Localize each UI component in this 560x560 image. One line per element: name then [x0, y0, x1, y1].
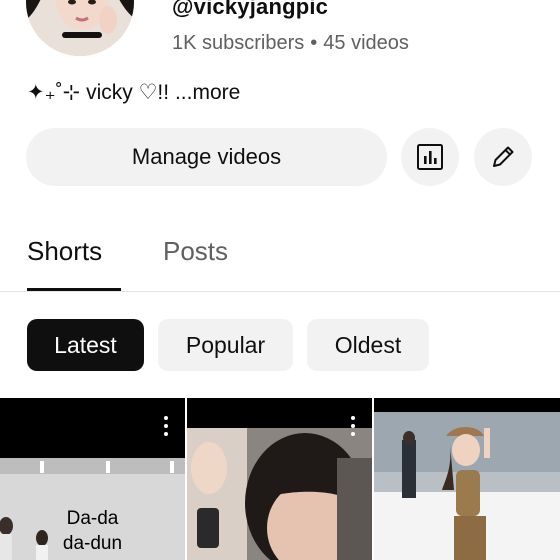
channel-stats: 1K subscribers • 45 videos — [172, 32, 409, 55]
avatar-image — [26, 0, 134, 56]
stats-separator: • — [310, 32, 318, 54]
more-vert-icon[interactable] — [163, 416, 169, 436]
channel-handle: @vickyjangpic — [172, 0, 329, 19]
selected-tab-indicator — [27, 288, 121, 291]
pencil-icon — [493, 146, 514, 167]
channel-description[interactable]: ✦₊˚⊹ vicky ♡!! ...more — [27, 80, 240, 105]
video-count: 45 videos — [323, 32, 409, 54]
short-thumbnail-image — [374, 398, 560, 560]
bar-chart-icon — [417, 144, 443, 170]
edit-channel-button[interactable] — [474, 128, 532, 186]
bio-more-link[interactable]: ...more — [175, 81, 240, 104]
bio-text: ✦₊˚⊹ vicky ♡!! — [27, 81, 170, 104]
more-vert-icon[interactable] — [350, 416, 356, 436]
filter-chip-oldest[interactable]: Oldest — [307, 319, 429, 371]
tab-posts[interactable]: Posts — [163, 236, 228, 267]
channel-tabs: Shorts Posts — [0, 226, 560, 292]
short-thumbnail[interactable] — [187, 398, 372, 560]
shorts-grid: Da-da da-dun — [0, 398, 560, 560]
filter-chip-latest[interactable]: Latest — [27, 319, 144, 371]
short-thumbnail[interactable] — [374, 398, 560, 560]
tab-shorts[interactable]: Shorts — [27, 236, 102, 267]
channel-avatar[interactable] — [26, 0, 134, 56]
short-thumbnail[interactable]: Da-da da-dun — [0, 398, 185, 560]
subscriber-count: 1K subscribers — [172, 32, 305, 54]
analytics-button[interactable] — [401, 128, 459, 186]
short-thumbnail-image — [187, 398, 372, 560]
filter-chip-popular[interactable]: Popular — [158, 319, 293, 371]
short-caption: Da-da da-dun — [62, 508, 123, 554]
manage-videos-button[interactable]: Manage videos — [26, 128, 387, 186]
